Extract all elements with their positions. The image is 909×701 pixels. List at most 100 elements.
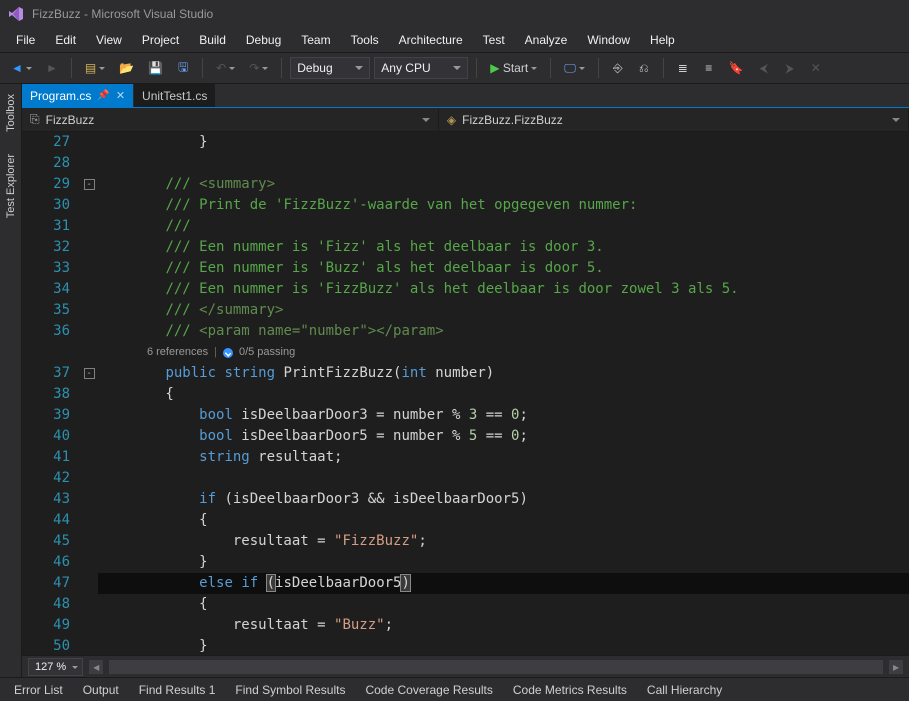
code-line[interactable]: /// Een nummer is 'FizzBuzz' als het dee… — [98, 279, 909, 300]
code-line[interactable]: resultaat = "Buzz"; — [98, 615, 909, 636]
codelens-tests[interactable]: 0/5 passing — [239, 342, 295, 363]
line-number: 39 — [22, 405, 70, 426]
namespace-icon: ⎘ — [30, 112, 40, 127]
code-line[interactable]: /// Print de 'FizzBuzz'-waarde van het o… — [98, 195, 909, 216]
uncomment-button[interactable]: ≡ — [698, 57, 720, 79]
code-line[interactable]: } — [98, 132, 909, 153]
code-line[interactable]: resultaat = "FizzBuzz"; — [98, 531, 909, 552]
code-editor[interactable]: 2728293031323334353637383940414243444546… — [22, 132, 909, 655]
menu-item-architecture[interactable]: Architecture — [389, 30, 473, 50]
redo-button[interactable]: ↷ — [244, 57, 273, 79]
nav-member-dropdown[interactable]: ◈ FizzBuzz.FizzBuzz — [439, 108, 909, 131]
fold-toggle-icon[interactable]: - — [84, 179, 95, 190]
code-line[interactable]: /// </summary> — [98, 300, 909, 321]
step-into-button[interactable]: ⎆ — [607, 57, 629, 79]
main-toolbar: ◄ ► ▤ 📂 💾 🖫 ↶ ↷ Debug Any CPU ▶ Start 🖵 … — [0, 52, 909, 84]
close-icon[interactable]: ✕ — [116, 89, 125, 102]
menu-item-window[interactable]: Window — [577, 30, 640, 50]
panel-tab-find-results-1[interactable]: Find Results 1 — [129, 679, 226, 701]
menu-bar: FileEditViewProjectBuildDebugTeamToolsAr… — [0, 28, 909, 52]
menu-item-debug[interactable]: Debug — [236, 30, 291, 50]
undo-button[interactable]: ↶ — [211, 57, 240, 79]
panel-tab-error-list[interactable]: Error List — [4, 679, 73, 701]
document-tab[interactable]: UnitTest1.cs — [134, 84, 216, 107]
code-line[interactable]: if (isDeelbaarDoor3 && isDeelbaarDoor5) — [98, 489, 909, 510]
solution-platform-dropdown[interactable]: Any CPU — [374, 57, 468, 79]
line-number: 42 — [22, 468, 70, 489]
start-debug-button[interactable]: ▶ Start — [485, 57, 542, 79]
horizontal-scrollbar[interactable] — [109, 660, 883, 674]
comment-button[interactable]: ≣ — [672, 57, 694, 79]
save-button[interactable]: 💾 — [143, 57, 168, 79]
codelens-separator: | — [214, 342, 217, 363]
toolbar-separator — [281, 58, 282, 78]
step-over-button[interactable]: ⎌ — [633, 57, 655, 79]
menu-item-build[interactable]: Build — [189, 30, 236, 50]
code-line[interactable]: { — [98, 384, 909, 405]
codelens-references[interactable]: 6 references — [147, 342, 208, 363]
code-nav-bar: ⎘ FizzBuzz ◈ FizzBuzz.FizzBuzz — [22, 108, 909, 132]
new-project-button[interactable]: ▤ — [80, 57, 110, 79]
panel-tab-find-symbol-results[interactable]: Find Symbol Results — [225, 679, 355, 701]
folding-gutter[interactable]: -- — [80, 132, 98, 655]
menu-item-analyze[interactable]: Analyze — [515, 30, 578, 50]
code-line[interactable]: else if (isDeelbaarDoor5) — [98, 573, 909, 594]
hscroll-left-button[interactable]: ◂ — [89, 660, 103, 674]
code-line[interactable]: { — [98, 594, 909, 615]
editor-zoom-bar: 127 % ◂ ▸ — [22, 655, 909, 677]
menu-item-test[interactable]: Test — [473, 30, 515, 50]
code-lens[interactable]: 6 references | 0/5 passing — [98, 342, 909, 363]
panel-tab-code-metrics-results[interactable]: Code Metrics Results — [503, 679, 637, 701]
code-line[interactable]: /// <param name="number"></param> — [98, 321, 909, 342]
bookmark-button[interactable]: 🔖 — [724, 57, 749, 79]
code-line[interactable]: /// Een nummer is 'Fizz' als het deelbaa… — [98, 237, 909, 258]
code-line[interactable]: public string PrintFizzBuzz(int number) — [98, 363, 909, 384]
menu-item-team[interactable]: Team — [291, 30, 340, 50]
panel-tab-call-hierarchy[interactable]: Call Hierarchy — [637, 679, 732, 701]
fold-toggle-icon[interactable]: - — [84, 368, 95, 379]
code-line[interactable]: } — [98, 636, 909, 655]
menu-item-help[interactable]: Help — [640, 30, 685, 50]
line-number: 30 — [22, 195, 70, 216]
open-file-button[interactable]: 📂 — [114, 57, 139, 79]
nav-scope-dropdown[interactable]: ⎘ FizzBuzz — [22, 108, 439, 131]
toolwindow-tab-toolbox[interactable]: Toolbox — [3, 88, 19, 138]
test-status-icon — [223, 348, 233, 358]
panel-tab-output[interactable]: Output — [73, 679, 129, 701]
toolbar-separator — [598, 58, 599, 78]
zoom-dropdown[interactable]: 127 % — [28, 658, 83, 676]
hscroll-right-button[interactable]: ▸ — [889, 660, 903, 674]
code-line[interactable]: bool isDeelbaarDoor5 = number % 5 == 0; — [98, 426, 909, 447]
line-number: 40 — [22, 426, 70, 447]
menu-item-tools[interactable]: Tools — [341, 30, 389, 50]
code-line[interactable] — [98, 468, 909, 489]
pin-icon[interactable]: 📌 — [97, 90, 109, 101]
code-line[interactable] — [98, 153, 909, 174]
save-all-button[interactable]: 🖫 — [172, 57, 194, 79]
toolbar-separator — [550, 58, 551, 78]
solution-config-dropdown[interactable]: Debug — [290, 57, 370, 79]
menu-item-edit[interactable]: Edit — [45, 30, 86, 50]
line-number: 50 — [22, 636, 70, 657]
line-number: 36 — [22, 321, 70, 342]
browse-button[interactable]: 🖵 — [559, 57, 590, 79]
code-line[interactable]: string resultaat; — [98, 447, 909, 468]
code-line[interactable]: } — [98, 552, 909, 573]
document-tab[interactable]: Program.cs📌✕ — [22, 84, 134, 107]
document-tabs: Program.cs📌✕UnitTest1.cs — [22, 84, 909, 108]
panel-tab-code-coverage-results[interactable]: Code Coverage Results — [355, 679, 502, 701]
class-icon: ◈ — [447, 113, 456, 127]
code-line[interactable]: /// <summary> — [98, 174, 909, 195]
code-surface[interactable]: } /// <summary> /// Print de 'FizzBuzz'-… — [98, 132, 909, 655]
toolwindow-tab-test-explorer[interactable]: Test Explorer — [3, 148, 19, 224]
menu-item-view[interactable]: View — [86, 30, 132, 50]
code-line[interactable]: { — [98, 510, 909, 531]
code-line[interactable]: /// — [98, 216, 909, 237]
nav-back-button[interactable]: ◄ — [6, 57, 37, 79]
code-line[interactable]: bool isDeelbaarDoor3 = number % 3 == 0; — [98, 405, 909, 426]
line-number: 41 — [22, 447, 70, 468]
vs-logo-icon — [8, 6, 24, 22]
menu-item-project[interactable]: Project — [132, 30, 189, 50]
code-line[interactable]: /// Een nummer is 'Buzz' als het deelbaa… — [98, 258, 909, 279]
menu-item-file[interactable]: File — [6, 30, 45, 50]
